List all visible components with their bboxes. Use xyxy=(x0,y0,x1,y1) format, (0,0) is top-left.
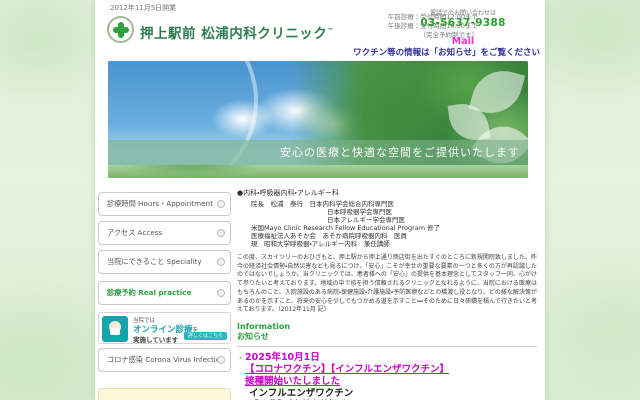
contact-block: 電話でのお問い合わせは 03-5637-9388 Mail xyxy=(413,8,513,48)
news-date-row: ・ 2025年10月1日 xyxy=(237,352,540,364)
sidebar-item-reservation[interactable]: 診療予約 Real practice xyxy=(98,281,231,305)
director-line: 医療福祉法人あそか会 あそか病院呼吸器内科 医員 xyxy=(251,232,407,240)
news-detail-title: インフルエンザワクチン xyxy=(249,387,354,399)
online-doctor-illustration xyxy=(102,316,128,342)
banner-detail-button[interactable]: 詳しくはこちら xyxy=(183,332,227,340)
news-vaccine-link[interactable]: 【コロナワクチン】【インフルエンザワクチン】 xyxy=(245,364,449,376)
clinic-name-text: 押上駅前 松浦内科クリニック xyxy=(140,26,328,42)
director-line: 現 昭和大学呼吸器・アレルギー内科 兼任講師 xyxy=(251,240,390,248)
sidebar-item-access[interactable]: アクセス Access xyxy=(98,221,231,245)
information-title-ja: お知らせ xyxy=(237,331,269,341)
director-line: 日本アレルギー学会専門医 xyxy=(327,216,405,224)
greeting-paragraph: この度、スカイツリーのおひざもと、押上駅から押上通り商店街を出たすぐのところに新… xyxy=(237,254,537,314)
information-divider xyxy=(237,345,537,347)
opened-date: 2012年11月5日開業 xyxy=(110,4,177,12)
hero-ground xyxy=(108,165,528,178)
sidebar-item-label: 診療時間 Hours・Appointment xyxy=(107,199,213,208)
phone-number: 03-5637-9388 xyxy=(420,17,506,29)
chevron-circle-icon xyxy=(217,258,225,266)
contact-label: 電話でのお問い合わせは xyxy=(429,10,496,17)
online-consultation-banner[interactable]: 当院では オンライン診療を 実施しています 詳しくはこちら xyxy=(98,312,231,344)
sidebar-item-label: 当院にできること Speciality xyxy=(107,257,202,266)
chevron-circle-icon xyxy=(217,356,225,364)
sidebar-item-label: アクセス Access xyxy=(107,228,163,237)
clinic-logo-cross-icon xyxy=(107,16,134,43)
banner-line3: 実施しています xyxy=(133,336,179,344)
director-line: 院長 松浦 泰行 日本内科学会総合内科専門医 xyxy=(251,200,394,208)
news-bullet-icon: ・ xyxy=(237,353,244,362)
director-line: 米国Mayo Clinic Research Fellow Educationa… xyxy=(251,224,441,232)
sidebar-item-speciality[interactable]: 当院にできること Speciality xyxy=(98,250,231,274)
hero-image: 安心の医療と快適な空間をご提供いたします xyxy=(108,61,528,178)
clinic-name: 押上駅前 松浦内科クリニック™ xyxy=(140,22,334,42)
sidebar-item-corona[interactable]: コロナ感染 Corona Virus Infection xyxy=(98,348,231,372)
news-link-row: 【コロナワクチン】【インフルエンザワクチン】 xyxy=(237,364,540,376)
vaccine-notice: ワクチン等の情報は「お知らせ」をご覧ください xyxy=(353,48,540,58)
director-line: 日本呼吸器学会専門医 xyxy=(327,208,392,216)
chevron-circle-icon xyxy=(217,200,225,208)
chevron-circle-icon xyxy=(217,229,225,237)
departments-line: ●内科・呼吸器内科・アレルギー科 xyxy=(237,189,339,197)
sidebar-item-label: 診療予約 Real practice xyxy=(107,288,192,297)
sidebar-item-hours[interactable]: 診療時間 Hours・Appointment xyxy=(98,192,231,216)
main-content: ●内科・呼吸器内科・アレルギー科 院長 松浦 泰行 日本内科学会総合内科専門医 … xyxy=(237,188,540,400)
news-date-link[interactable]: 2025年10月1日 xyxy=(245,352,320,364)
information-title-en: Information xyxy=(237,321,291,331)
chevron-circle-icon xyxy=(217,289,225,297)
news-link-row: 接種開始いたしました xyxy=(237,376,540,388)
hero-tagline: 安心の医療と快適な空間をご提供いたします xyxy=(108,140,528,165)
sidebar-item-label: コロナ感染 Corona Virus Infection xyxy=(107,355,225,364)
sidebar-notice-box xyxy=(98,388,231,400)
news-start-link[interactable]: 接種開始いたしました xyxy=(245,376,340,388)
content-column: 2012年11月5日開業 押上駅前 松浦内科クリニック™ 午前診療：受付時間12… xyxy=(95,0,545,400)
